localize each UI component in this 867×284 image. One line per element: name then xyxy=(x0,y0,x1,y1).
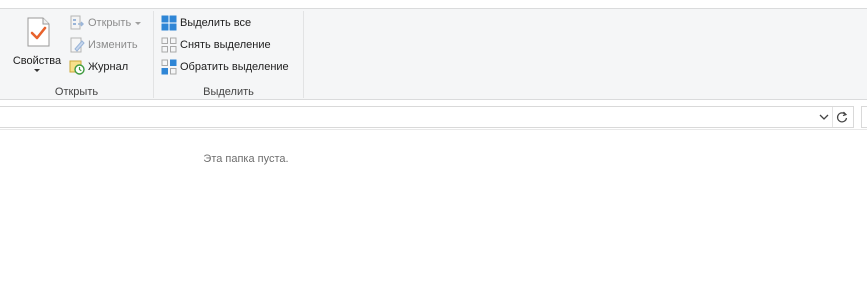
properties-button[interactable]: Свойства xyxy=(8,13,66,79)
ribbon-group-open-label: Открыть xyxy=(54,86,99,98)
select-all-label: Выделить все xyxy=(180,17,252,29)
search-input[interactable] xyxy=(861,106,867,128)
address-bar[interactable] xyxy=(0,106,854,128)
chevron-down-icon[interactable] xyxy=(34,69,40,72)
file-list-area[interactable]: Эта папка пуста. xyxy=(0,131,867,284)
select-all-button[interactable]: Выделить все xyxy=(161,13,251,33)
ribbon-group-open: Свойства Открыть Изменить Журнал Открыть xyxy=(0,9,153,100)
address-input[interactable] xyxy=(5,109,805,125)
ribbon-group-select: Выделить все Снять выделение Обратить вы… xyxy=(154,9,303,100)
open-dropdown-icon xyxy=(135,21,142,25)
open-label: Открыть xyxy=(88,17,132,29)
edit-icon xyxy=(70,37,85,53)
select-none-label: Снять выделение xyxy=(180,39,271,51)
invert-selection-button[interactable]: Обратить выделение xyxy=(161,57,289,77)
open-button[interactable]: Открыть xyxy=(69,13,142,33)
properties-label: Свойства xyxy=(12,55,62,67)
edit-button[interactable]: Изменить xyxy=(69,35,138,55)
properties-check-icon xyxy=(27,17,50,47)
select-all-icon xyxy=(161,15,177,31)
invert-selection-label: Обратить выделение xyxy=(180,61,289,73)
history-label: Журнал xyxy=(88,61,129,73)
select-none-button[interactable]: Снять выделение xyxy=(161,35,271,55)
address-divider xyxy=(832,107,833,127)
address-row xyxy=(0,100,867,130)
ribbon-group-divider xyxy=(303,11,304,98)
select-none-icon xyxy=(161,37,177,53)
history-button[interactable]: Журнал xyxy=(69,57,128,77)
ribbon-group-select-label: Выделить xyxy=(203,86,254,98)
refresh-icon[interactable] xyxy=(835,110,849,124)
empty-folder-message: Эта папка пуста. xyxy=(203,153,289,165)
chevron-down-icon[interactable] xyxy=(817,110,831,124)
title-strip xyxy=(0,0,867,9)
ribbon: Свойства Открыть Изменить Журнал Открыть… xyxy=(0,9,867,100)
history-icon xyxy=(69,60,85,75)
invert-selection-icon xyxy=(161,59,177,75)
edit-label: Изменить xyxy=(88,39,138,51)
open-icon xyxy=(70,15,84,30)
